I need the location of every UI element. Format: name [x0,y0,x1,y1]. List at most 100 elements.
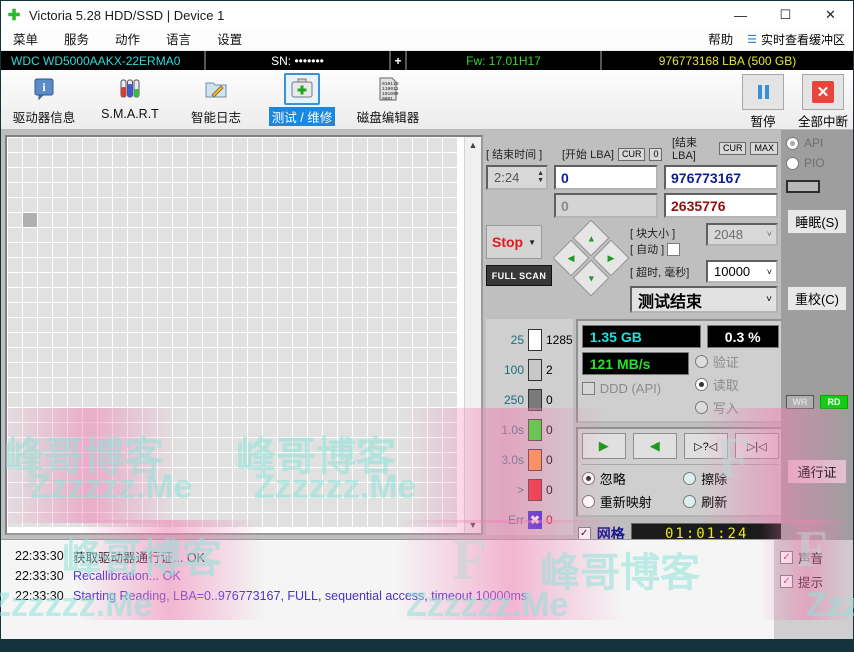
grid-cell[interactable] [428,198,442,212]
grid-cell[interactable] [113,483,127,497]
grid-cell[interactable] [323,498,337,512]
grid-cell[interactable] [128,348,142,362]
erase-radio-row[interactable]: 擦除 [683,469,779,488]
grid-cell[interactable] [308,153,322,167]
grid-cell[interactable] [383,348,397,362]
grid-cell[interactable] [323,138,337,152]
end-lba-max-button[interactable]: MAX [750,141,778,155]
grid-cell[interactable] [98,228,112,242]
refresh-radio-row[interactable]: 刷新 [683,492,779,511]
grid-cell[interactable] [263,333,277,347]
grid-cell[interactable] [428,273,442,287]
grid-cell[interactable] [263,438,277,452]
grid-cell[interactable] [173,378,187,392]
grid-cell[interactable] [68,438,82,452]
grid-cell[interactable] [38,303,52,317]
grid-cell[interactable] [398,318,412,332]
grid-cell[interactable] [23,303,37,317]
grid-cell[interactable] [353,318,367,332]
grid-cell[interactable] [278,498,292,512]
grid-cell[interactable] [113,243,127,257]
grid-cell[interactable] [233,318,247,332]
grid-cell[interactable] [203,198,217,212]
grid-cell[interactable] [173,273,187,287]
grid-cell[interactable] [323,258,337,272]
grid-cell[interactable] [233,153,247,167]
grid-cell[interactable] [68,318,82,332]
grid-cell[interactable] [248,258,262,272]
grid-cell[interactable] [353,453,367,467]
write-radio-row[interactable]: 写入 [694,398,779,417]
grid-cell[interactable] [23,288,37,302]
grid-cell[interactable] [158,213,172,227]
grid-cell[interactable] [98,483,112,497]
grid-cell[interactable] [68,228,82,242]
log-list[interactable]: 22:33:30 获取驱动器通行证... OK 22:33:30 Recalli… [1,540,774,639]
end-lba-cur-button[interactable]: CUR [718,141,747,155]
grid-cell[interactable] [398,303,412,317]
grid-cell[interactable] [188,228,202,242]
grid-cell[interactable] [38,243,52,257]
grid-cell[interactable] [443,498,457,512]
grid-cell[interactable] [323,273,337,287]
grid-cell[interactable] [263,138,277,152]
grid-cell[interactable] [443,378,457,392]
grid-cell[interactable] [83,243,97,257]
grid-cell[interactable] [263,468,277,482]
grid-cell[interactable] [23,228,37,242]
grid-cell[interactable] [398,153,412,167]
grid-cell[interactable] [293,438,307,452]
grid-cell[interactable] [308,303,322,317]
grid-cell[interactable] [323,288,337,302]
grid-cell[interactable] [218,348,232,362]
grid-cell[interactable] [413,333,427,347]
end-time-stepper[interactable]: 2:24 ▲ ▼ [486,165,548,190]
grid-cell[interactable] [278,483,292,497]
grid-cell[interactable] [353,363,367,377]
grid-cell[interactable] [233,363,247,377]
grid-cell[interactable] [53,153,67,167]
grid-cell[interactable] [23,453,37,467]
grid-cell[interactable] [158,438,172,452]
grid-cell[interactable] [233,258,247,272]
tab-test-repair[interactable]: 测试 / 维修 [259,73,345,126]
grid-cell[interactable] [308,273,322,287]
grid-cell[interactable] [383,498,397,512]
grid-cell[interactable] [158,423,172,437]
grid-cell[interactable] [368,258,382,272]
grid-cell[interactable] [233,423,247,437]
grid-cell[interactable] [8,363,22,377]
start-lba-zero-button[interactable]: 0 [649,147,663,161]
grid-cell[interactable] [83,333,97,347]
verify-radio-row[interactable]: 验证 [694,352,779,371]
grid-cell[interactable] [248,288,262,302]
grid-cell[interactable] [203,213,217,227]
grid-cell[interactable] [323,228,337,242]
grid-cell[interactable] [83,273,97,287]
timeout-select[interactable]: 10000 ˅ [706,260,778,283]
grid-cell[interactable] [443,213,457,227]
grid-cell[interactable] [188,318,202,332]
grid-cell[interactable] [293,243,307,257]
grid-cell[interactable] [38,138,52,152]
grid-cell[interactable] [323,333,337,347]
grid-cell[interactable] [128,153,142,167]
grid-cell[interactable] [248,438,262,452]
grid-cell[interactable] [113,258,127,272]
grid-cell[interactable] [53,168,67,182]
grid-cell[interactable] [368,168,382,182]
grid-cell[interactable] [8,243,22,257]
grid-cell[interactable] [173,258,187,272]
grid-cell[interactable] [83,393,97,407]
grid-cell[interactable] [323,438,337,452]
grid-cell[interactable] [413,513,427,527]
grid-cell[interactable] [353,183,367,197]
grid-cell[interactable] [338,378,352,392]
grid-cell[interactable] [203,183,217,197]
tip-checkbox[interactable]: ✓ [780,575,793,588]
grid-cell[interactable] [368,288,382,302]
grid-cell[interactable] [188,498,202,512]
grid-cell[interactable] [443,243,457,257]
grid-cell[interactable] [173,168,187,182]
grid-cell[interactable] [308,393,322,407]
